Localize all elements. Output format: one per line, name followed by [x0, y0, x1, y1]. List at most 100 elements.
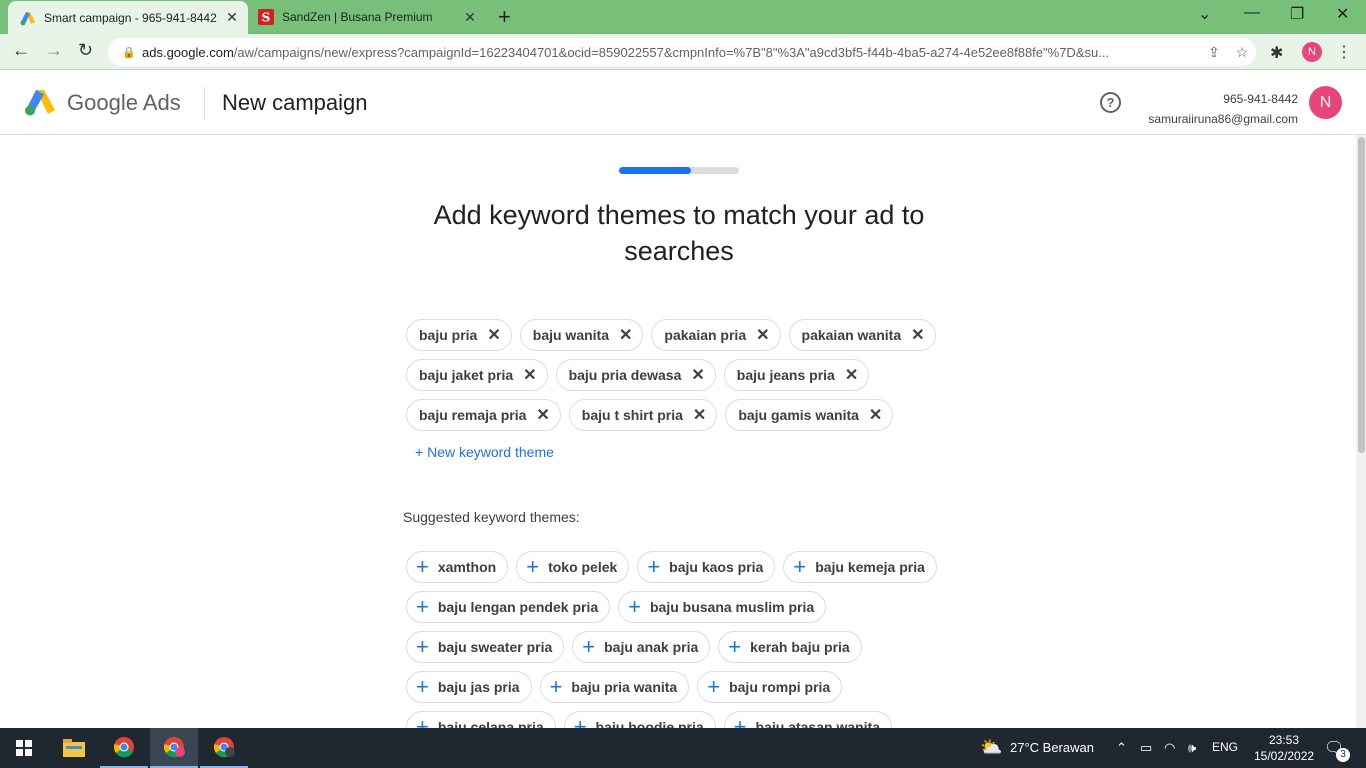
keyword-theme-label: baju pria dewasa [568, 367, 682, 383]
weather-text[interactable]: 27°C Berawan [1010, 740, 1094, 755]
chrome-taskbar-icon[interactable] [100, 728, 148, 768]
remove-keyword-icon[interactable]: ✕ [487, 325, 500, 345]
back-arrow-icon[interactable]: ← [12, 40, 30, 61]
keyword-theme-chip: pakaian wanita ✕ [788, 319, 936, 351]
suggested-keyword-chip[interactable]: + baju anak pria [572, 631, 711, 663]
keyword-theme-label: baju t shirt pria [581, 407, 683, 423]
account-email: samuraiiruna86@gmail.com [1148, 112, 1298, 126]
windows-start-icon[interactable] [0, 728, 48, 768]
address-bar[interactable]: 🔒 ads.google.com/aw/campaigns/new/expres… [108, 38, 1256, 66]
suggested-keyword-chip[interactable]: + baju kemeja pria [783, 551, 937, 583]
remove-keyword-icon[interactable]: ✕ [693, 405, 706, 425]
share-icon[interactable]: ⇪ [1200, 44, 1228, 61]
notification-badge: 3 [1336, 748, 1350, 762]
bookmark-star-icon[interactable]: ☆ [1228, 44, 1256, 61]
new-tab-icon[interactable]: + [498, 4, 511, 30]
suggested-keyword-chip[interactable]: + baju rompi pria [697, 671, 843, 703]
keyword-theme-label: baju pria [419, 327, 478, 343]
keyword-theme-label: baju gamis wanita [738, 407, 859, 423]
keyword-theme-label: baju jeans pria [736, 367, 835, 383]
keyword-theme-label: baju remaja pria [419, 407, 527, 423]
keyword-theme-label: pakaian wanita [801, 327, 902, 343]
suggested-keyword-chip[interactable]: + baju jas pria [406, 671, 532, 703]
suggested-keyword-chip[interactable]: + kerah baju pria [718, 631, 862, 663]
restore-icon[interactable]: ❐ [1290, 4, 1304, 24]
add-keyword-icon: + [416, 674, 429, 699]
keyword-theme-chip: baju remaja pria ✕ [406, 399, 561, 431]
keyword-theme-chip: baju jaket pria ✕ [406, 359, 548, 391]
account-info[interactable]: 965-941-8442 samuraiiruna86@gmail.com [1148, 89, 1298, 129]
forward-arrow-icon[interactable]: → [45, 40, 63, 61]
add-keyword-icon: + [526, 554, 540, 579]
browser-menu-icon[interactable]: ⋮ [1336, 42, 1352, 62]
tab-close-icon[interactable]: ✕ [460, 9, 480, 26]
page-title: New campaign [222, 90, 368, 115]
file-explorer-icon[interactable] [50, 728, 98, 768]
page-scrollbar-thumb[interactable] [1358, 137, 1365, 453]
battery-icon[interactable]: ▭ [1140, 740, 1152, 756]
tab-close-icon[interactable]: ✕ [222, 9, 242, 26]
language-indicator[interactable]: ENG [1212, 740, 1238, 754]
suggested-keyword-chip[interactable]: + baju kaos pria [637, 551, 776, 583]
suggested-keyword-chip[interactable]: + toko pelek [516, 551, 630, 583]
add-keyword-icon: + [573, 714, 587, 729]
browser-tab-strip: Smart campaign - 965-941-8442 ✕ S SandZe… [0, 0, 1366, 34]
weather-cloud-icon[interactable]: ⛅ [980, 737, 1002, 758]
suggested-keyword-chip[interactable]: + baju hoodie pria [563, 711, 716, 729]
suggested-label: Suggested keyword themes: [403, 509, 580, 525]
suggested-keyword-chip[interactable]: + baju pria wanita [539, 671, 690, 703]
suggested-keyword-list: + xamthon + toko pelek + baju kaos pria + baju … [406, 551, 966, 728]
suggested-keyword-chip[interactable]: + baju celana pria [406, 711, 556, 728]
add-keyword-icon: + [582, 634, 596, 659]
chrome-profile-taskbar-icon[interactable] [150, 728, 198, 768]
remove-keyword-icon[interactable]: ✕ [536, 405, 549, 425]
chrome-alt-taskbar-icon[interactable] [200, 728, 248, 768]
volume-icon[interactable]: 🕪 [1188, 740, 1196, 756]
account-avatar[interactable]: N [1309, 86, 1342, 119]
remove-keyword-icon[interactable]: ✕ [911, 325, 924, 345]
reload-icon[interactable]: ↻ [78, 40, 93, 61]
suggested-keyword-chip[interactable]: + baju sweater pria [406, 631, 565, 663]
add-keyword-icon: + [416, 634, 429, 659]
tray-chevron-up-icon[interactable]: ⌃ [1116, 740, 1127, 756]
clock[interactable]: 23:53 15/02/2022 [1254, 732, 1314, 764]
remove-keyword-icon[interactable]: ✕ [845, 365, 858, 385]
minimize-icon[interactable]: — [1244, 4, 1260, 22]
suggested-keyword-label: baju busana muslim pria [649, 599, 815, 615]
tab-search-chevron-icon[interactable]: ⌄ [1198, 4, 1211, 24]
extensions-puzzle-icon[interactable]: ✱ [1270, 43, 1283, 63]
tab-title: Smart campaign - 965-941-8442 [44, 10, 217, 25]
suggested-keyword-label: baju sweater pria [437, 639, 553, 655]
browser-profile-avatar[interactable]: N [1302, 42, 1322, 62]
url-text[interactable]: ads.google.com/aw/campaigns/new/express?… [142, 45, 1200, 60]
google-ads-favicon-icon [20, 11, 35, 25]
suggested-keyword-label: baju anak pria [604, 639, 699, 655]
keyword-theme-label: baju jaket pria [419, 367, 514, 383]
remove-keyword-icon[interactable]: ✕ [523, 365, 536, 385]
tab-sandzen[interactable]: S SandZen | Busana Premium ✕ [250, 0, 486, 34]
google-ads-logo-icon [25, 90, 55, 116]
tab-smart-campaign[interactable]: Smart campaign - 965-941-8442 ✕ [8, 1, 248, 34]
remove-keyword-icon[interactable]: ✕ [691, 365, 704, 385]
header-divider [204, 87, 205, 119]
suggested-keyword-label: baju jas pria [437, 679, 520, 695]
suggested-keyword-chip[interactable]: + xamthon [406, 551, 509, 583]
wifi-icon[interactable]: ◠ [1164, 740, 1175, 756]
remove-keyword-icon[interactable]: ✕ [756, 325, 769, 345]
suggested-keyword-chip[interactable]: + baju busana muslim pria [618, 591, 827, 623]
help-icon[interactable]: ? [1100, 92, 1121, 113]
progress-bar-fill [619, 167, 691, 174]
sandzen-favicon-icon: S [258, 9, 274, 25]
keyword-theme-label: baju wanita [532, 327, 609, 343]
add-keyword-icon: + [416, 714, 429, 729]
remove-keyword-icon[interactable]: ✕ [619, 325, 632, 345]
keyword-theme-chip: baju t shirt pria ✕ [568, 399, 718, 431]
suggested-keyword-chip[interactable]: + baju lengan pendek pria [406, 591, 611, 623]
remove-keyword-icon[interactable]: ✕ [869, 405, 882, 425]
windows-taskbar: ⛅ 27°C Berawan ⌃ ▭ ◠ 🕪 ENG 23:53 15/02/2… [0, 728, 1366, 768]
add-keyword-icon: + [628, 594, 641, 619]
close-window-icon[interactable]: ✕ [1336, 4, 1349, 24]
tab-title: SandZen | Busana Premium [282, 10, 433, 24]
suggested-keyword-chip[interactable]: + baju atasan wanita [723, 711, 893, 728]
new-keyword-theme-button[interactable]: + New keyword theme [415, 444, 554, 460]
